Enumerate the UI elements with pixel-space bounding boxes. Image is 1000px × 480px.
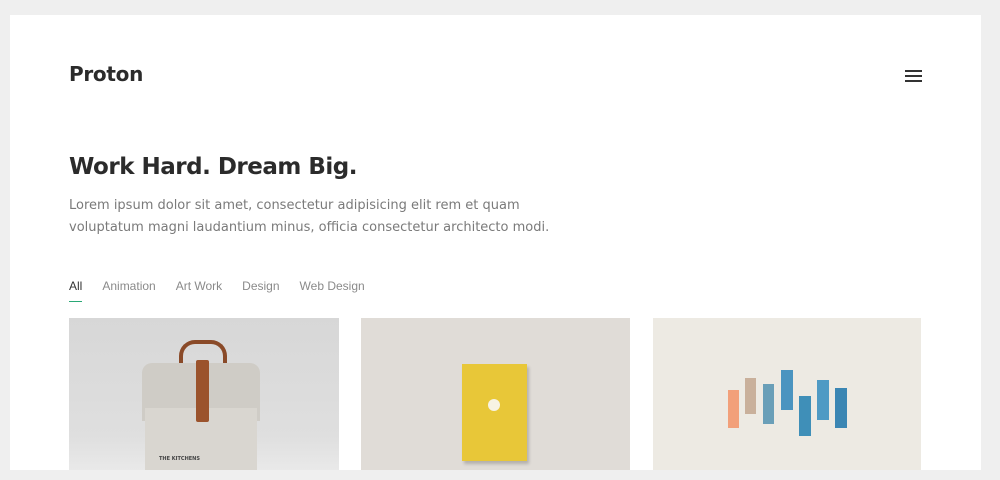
strip: [835, 388, 847, 428]
hero-title: Work Hard. Dream Big.: [69, 154, 357, 180]
strip: [817, 380, 829, 420]
filter-animation[interactable]: Animation: [102, 279, 155, 299]
strip: [728, 390, 739, 428]
portfolio-filters: All Animation Art Work Design Web Design: [69, 279, 365, 302]
book-cover: [462, 364, 527, 461]
filter-all[interactable]: All: [69, 279, 83, 302]
bag-label: THE KITCHENS: [159, 456, 200, 462]
hero-description: Lorem ipsum dolor sit amet, consectetur …: [69, 198, 550, 235]
strip: [745, 378, 756, 414]
menu-line: [905, 75, 922, 77]
portfolio-item-book[interactable]: [361, 318, 630, 470]
bag-strap: [196, 360, 209, 422]
book-logo: [488, 399, 500, 411]
portfolio-item-strips[interactable]: [653, 318, 921, 470]
menu-line: [905, 80, 922, 82]
strip: [799, 396, 811, 436]
filter-web-design[interactable]: Web Design: [300, 279, 365, 299]
hamburger-menu-icon[interactable]: [905, 70, 922, 83]
strip: [763, 384, 774, 424]
brand-logo[interactable]: Proton: [69, 62, 143, 86]
page-card: Proton Work Hard. Dream Big. Lorem ipsum…: [10, 15, 981, 470]
filter-design[interactable]: Design: [242, 279, 279, 299]
portfolio-item-bag[interactable]: THE KITCHENS: [69, 318, 339, 470]
menu-line: [905, 70, 922, 72]
strip: [781, 370, 793, 410]
filter-art-work[interactable]: Art Work: [176, 279, 222, 299]
